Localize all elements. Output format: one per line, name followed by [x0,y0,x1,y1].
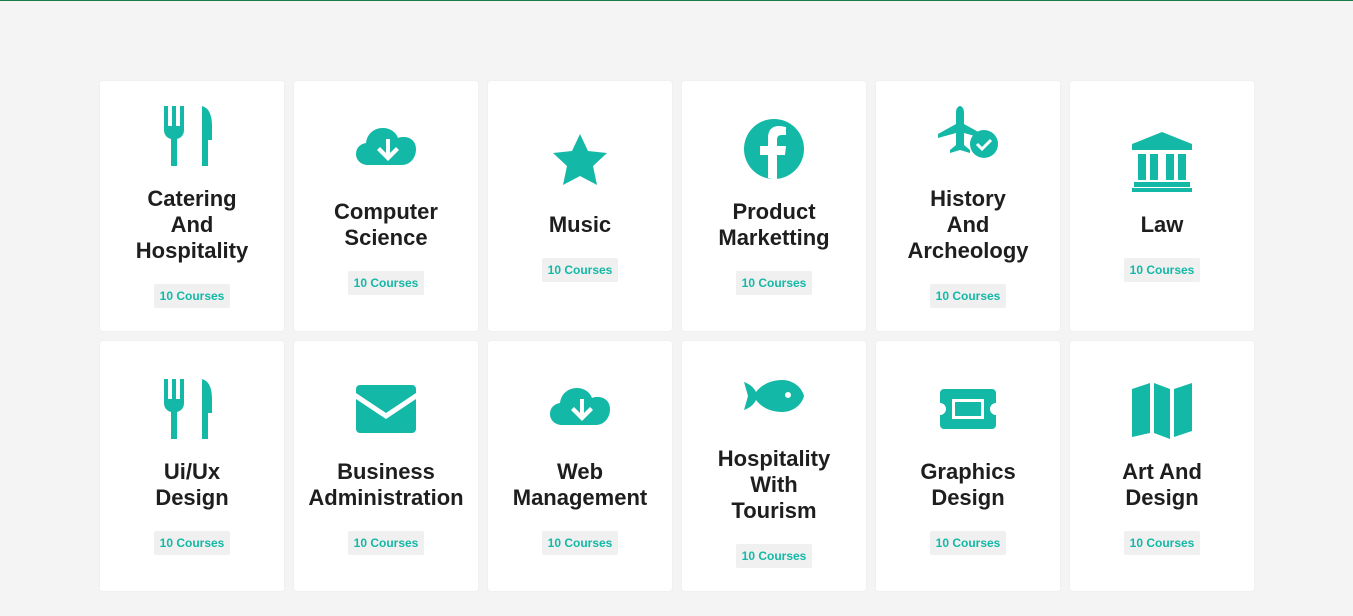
category-card-music[interactable]: Music 10 Courses [488,81,672,331]
category-title: Business Administration [308,459,464,510]
facebook-icon [742,117,806,181]
category-card-law[interactable]: Law 10 Courses [1070,81,1254,331]
category-title: Hospitality With Tourism [717,446,831,523]
course-count-badge: 10 Courses [541,258,619,282]
star-icon [548,130,612,194]
landmark-icon [1130,130,1194,194]
ticket-icon [936,377,1000,441]
category-card-history[interactable]: History And Archeology 10 Courses [876,81,1060,331]
utensils-icon [160,104,224,168]
category-title: Law [1140,212,1184,237]
category-grid: Catering And Hospitality 10 Courses Comp… [100,81,1254,591]
category-title: Graphics Design [920,459,1016,510]
category-card-art-design[interactable]: Art And Design 10 Courses [1070,341,1254,591]
category-title: Computer Science [334,199,438,250]
category-card-graphics-design[interactable]: Graphics Design 10 Courses [876,341,1060,591]
category-card-ui-ux[interactable]: Ui/Ux Design 10 Courses [100,341,284,591]
course-count-badge: 10 Courses [1123,531,1201,555]
course-count-badge: 10 Courses [153,284,231,308]
course-count-badge: 10 Courses [929,284,1007,308]
category-title: Ui/Ux Design [155,459,229,510]
course-count-badge: 10 Courses [735,544,813,568]
category-card-hospitality-tourism[interactable]: Hospitality With Tourism 10 Courses [682,341,866,591]
category-title: Art And Design [1122,459,1202,510]
category-card-web-management[interactable]: Web Management 10 Courses [488,341,672,591]
utensils-icon [160,377,224,441]
course-count-badge: 10 Courses [541,531,619,555]
category-title: Product Marketting [718,199,830,250]
course-count-badge: 10 Courses [153,531,231,555]
category-card-catering[interactable]: Catering And Hospitality 10 Courses [100,81,284,331]
course-count-badge: 10 Courses [347,531,425,555]
category-title: Catering And Hospitality [135,186,249,263]
map-icon [1130,377,1194,441]
fish-icon [742,364,806,428]
plane-check-icon [936,104,1000,168]
cloud-download-icon [548,377,612,441]
category-title: History And Archeology [907,186,1029,263]
course-count-badge: 10 Courses [929,531,1007,555]
category-title: Web Management [512,459,648,510]
category-card-business-administration[interactable]: Business Administration 10 Courses [294,341,478,591]
course-count-badge: 10 Courses [1123,258,1201,282]
course-count-badge: 10 Courses [347,271,425,295]
category-card-product-marketting[interactable]: Product Marketting 10 Courses [682,81,866,331]
course-count-badge: 10 Courses [735,271,813,295]
cloud-download-icon [354,117,418,181]
category-card-computer-science[interactable]: Computer Science 10 Courses [294,81,478,331]
envelope-icon [354,377,418,441]
category-title: Music [548,212,612,237]
